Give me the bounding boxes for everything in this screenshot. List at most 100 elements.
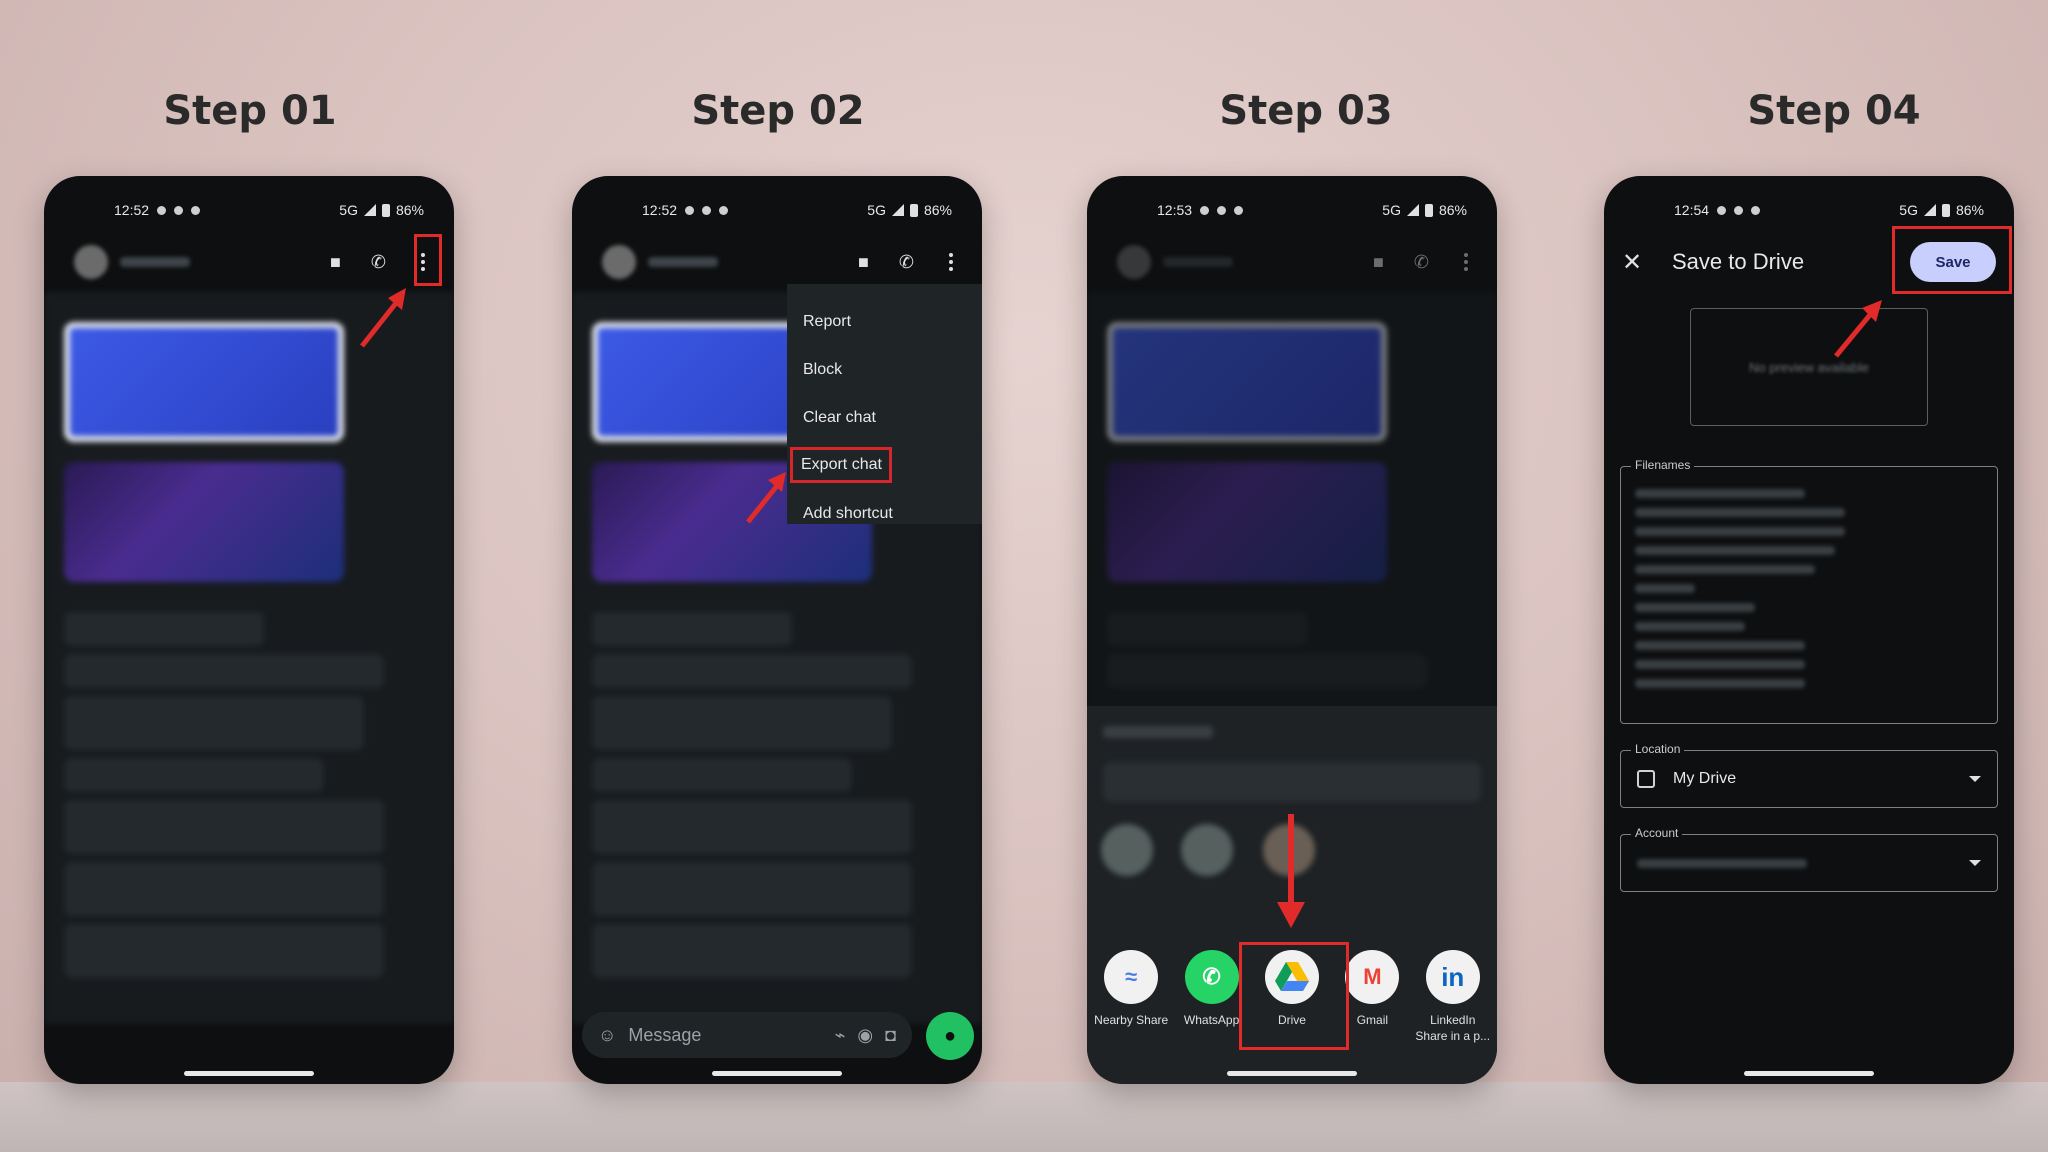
status-bar: 12:52 5G 86% <box>572 176 982 226</box>
menu-item-export-chat[interactable]: Export chat <box>789 446 893 484</box>
status-bar: 12:53 5G 86% <box>1087 176 1497 226</box>
status-time: 12:54 <box>1674 202 1710 218</box>
menu-item-clear-chat[interactable]: Clear chat <box>787 394 982 442</box>
status-bar: 12:54 5G 86% <box>1604 176 2014 226</box>
location-value: My Drive <box>1673 770 1737 787</box>
signal-icon <box>1923 204 1936 216</box>
phone-call-icon: ✆ <box>1413 251 1429 272</box>
signal-icon <box>1406 204 1419 216</box>
step-03-title: Step 03 <box>1219 88 1393 134</box>
share-app-sublabel: Share in a p... <box>1415 1029 1491 1043</box>
account-dropdown[interactable]: Account <box>1620 826 1998 892</box>
share-app-label: WhatsApp <box>1183 1013 1240 1027</box>
phone-step-04: 12:54 5G 86% ✕ Save to Drive Save No pre… <box>1604 176 2014 1084</box>
notification-icon <box>157 205 167 215</box>
avatar[interactable] <box>602 245 636 279</box>
message-image <box>1107 322 1387 442</box>
video-call-icon: ■ <box>1373 251 1384 272</box>
battery-icon <box>1941 203 1950 217</box>
mic-button[interactable]: ● <box>926 1012 974 1060</box>
share-app-label: LinkedIn <box>1430 1013 1476 1027</box>
list-item <box>1107 612 1307 646</box>
nearby-share-icon: ≈ <box>1104 950 1159 1004</box>
status-time: 12:53 <box>1157 202 1193 218</box>
direct-share-target[interactable] <box>1101 824 1153 876</box>
emoji-icon[interactable]: ☺ <box>598 1025 616 1046</box>
payment-icon[interactable]: ◉ <box>857 1025 873 1046</box>
notification-icon <box>174 205 184 215</box>
battery-icon <box>381 203 390 217</box>
location-dropdown[interactable]: Location My Drive <box>1620 742 1998 808</box>
battery-label: 86% <box>923 202 952 218</box>
gmail-icon: M <box>1345 950 1400 1004</box>
message-image[interactable] <box>64 462 344 582</box>
highlight-box <box>1892 226 2012 294</box>
notification-icon <box>1717 205 1727 215</box>
home-indicator <box>184 1071 314 1076</box>
field-label: Filenames <box>1631 458 1695 472</box>
list-item <box>592 612 792 646</box>
video-call-icon[interactable]: ■ <box>330 252 341 273</box>
list-item <box>592 696 892 750</box>
battery-label: 86% <box>1955 202 1984 218</box>
list-item <box>64 654 384 688</box>
list-item <box>592 924 912 978</box>
status-bar: 12:52 5G 86% <box>44 176 454 226</box>
chat-header: ■ ✆ <box>1087 232 1497 292</box>
contact-name[interactable] <box>120 257 190 267</box>
share-app-linkedin[interactable]: in LinkedIn Share in a p... <box>1413 950 1493 1044</box>
more-options-icon[interactable] <box>944 253 958 271</box>
highlight-box <box>414 234 442 286</box>
network-label: 5G <box>1899 202 1918 218</box>
phone-call-icon[interactable]: ✆ <box>899 252 914 273</box>
direct-share-target[interactable] <box>1181 824 1233 876</box>
contact-name <box>1163 257 1233 267</box>
chevron-down-icon <box>1969 860 1981 866</box>
drive-folder-icon <box>1637 770 1655 788</box>
share-app-nearby[interactable]: ≈ Nearby Share <box>1091 950 1171 1044</box>
status-time: 12:52 <box>642 202 678 218</box>
notification-icon <box>685 205 695 215</box>
camera-icon[interactable]: ◘ <box>885 1025 896 1046</box>
notification-icon <box>702 205 712 215</box>
step-04-title: Step 04 <box>1747 88 1921 134</box>
avatar[interactable] <box>74 245 108 279</box>
home-indicator <box>712 1071 842 1076</box>
page-title: Save to Drive <box>1672 249 1805 274</box>
account-value <box>1637 858 1807 868</box>
battery-icon <box>1424 203 1433 217</box>
notification-icon <box>1200 205 1210 215</box>
network-label: 5G <box>1382 202 1401 218</box>
chat-header: ■ ✆ <box>44 232 454 292</box>
menu-item-report[interactable]: Report <box>787 298 982 346</box>
attach-icon[interactable]: ⌁ <box>835 1025 846 1046</box>
phone-step-01: 12:52 5G 86% ■ ✆ ☺ <box>44 176 454 1084</box>
more-options-icon <box>1459 253 1473 271</box>
network-label: 5G <box>339 202 358 218</box>
battery-icon <box>909 203 918 217</box>
close-icon[interactable]: ✕ <box>1622 248 1652 277</box>
list-item <box>592 800 912 854</box>
message-composer[interactable]: ☺ Message ⌁ ◉ ◘ <box>582 1012 912 1058</box>
video-call-icon[interactable]: ■ <box>858 252 869 273</box>
menu-item-block[interactable]: Block <box>787 346 982 394</box>
phone-step-03: 12:53 5G 86% ■ ✆ ≈ Nearby Share ✆ WhatsA… <box>1087 176 1497 1084</box>
list-item <box>64 696 364 750</box>
pointer-arrow <box>360 288 406 348</box>
share-sheet-title <box>1103 726 1213 738</box>
avatar <box>1117 245 1151 279</box>
message-input[interactable]: Message <box>628 1025 822 1046</box>
menu-item-add-shortcut[interactable]: Add shortcut <box>787 490 982 538</box>
message-image[interactable] <box>64 322 344 442</box>
notification-icon <box>191 205 201 215</box>
highlight-box <box>1239 942 1349 1050</box>
filenames-field[interactable]: Filenames <box>1620 458 1998 724</box>
contact-name[interactable] <box>648 257 718 267</box>
share-preview <box>1103 762 1481 802</box>
chevron-down-icon <box>1969 776 1981 782</box>
pointer-arrow <box>1277 814 1305 928</box>
share-app-label: Gmail <box>1356 1013 1389 1027</box>
linkedin-icon: in <box>1425 950 1480 1004</box>
phone-call-icon[interactable]: ✆ <box>371 252 386 273</box>
list-item <box>64 862 384 916</box>
